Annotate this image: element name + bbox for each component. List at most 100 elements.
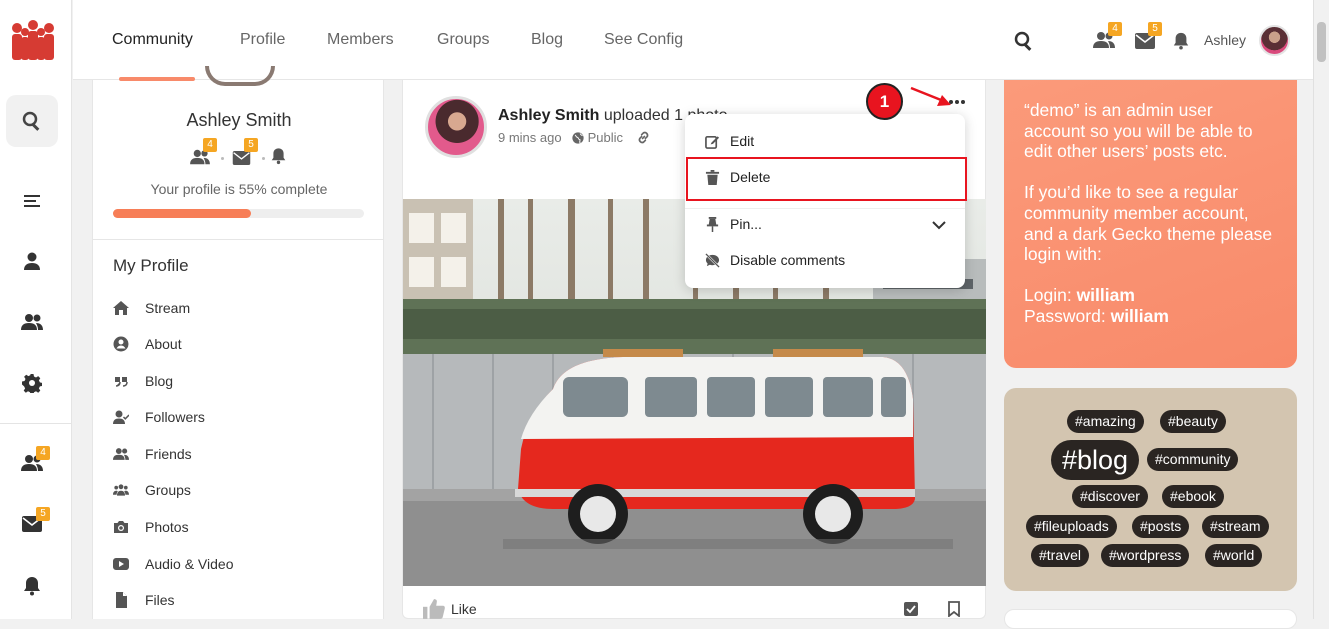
nav-blog[interactable]: Blog [531, 31, 563, 49]
user-icon [24, 252, 40, 270]
dot-separator [221, 157, 224, 160]
step-number-marker: 1 [866, 83, 903, 120]
tag-wordpress[interactable]: #wordpress [1101, 544, 1190, 567]
dropdown-edit-label: Edit [730, 133, 755, 149]
rail-messages-button[interactable]: 5 [6, 498, 58, 550]
menu-groups[interactable]: Groups [113, 478, 191, 502]
nav-see-config[interactable]: See Config [604, 31, 683, 49]
messages-badge: 5 [244, 138, 258, 152]
notice-para-2: If you’d like to see a regular community… [1024, 182, 1273, 265]
username-label[interactable]: Ashley [1204, 32, 1246, 48]
menu-stream[interactable]: Stream [113, 296, 190, 320]
menu-label: Friends [145, 446, 192, 462]
dropdown-pin[interactable]: Pin... [705, 212, 762, 236]
chevron-down-icon[interactable] [932, 220, 946, 230]
tag-fileuploads[interactable]: #fileuploads [1026, 515, 1117, 538]
next-widget-card [1004, 609, 1297, 629]
avatar[interactable] [1259, 25, 1290, 56]
tag-beauty[interactable]: #beauty [1160, 410, 1226, 433]
tag-community[interactable]: #community [1147, 448, 1239, 471]
camera-icon [114, 521, 128, 533]
dot-separator [262, 157, 265, 160]
tag-travel[interactable]: #travel [1031, 544, 1090, 567]
tag-amazing[interactable]: #amazing [1067, 410, 1144, 433]
menu-audio-video[interactable]: Audio & Video [113, 552, 233, 576]
dropdown-edit[interactable]: Edit [705, 129, 754, 153]
rail-profile-button[interactable] [6, 235, 58, 287]
my-profile-heading: My Profile [113, 256, 189, 275]
play-icon [113, 558, 129, 570]
top-messages-button[interactable]: 5 [1135, 22, 1165, 54]
dropdown-divider [685, 208, 965, 209]
quote-icon [115, 377, 128, 387]
checkbox-icon[interactable] [904, 602, 918, 616]
bell-icon [24, 577, 40, 596]
left-rail: 4 5 [0, 0, 72, 619]
page-scrollbar[interactable] [1313, 0, 1329, 619]
profile-sidebar: Ashley Smith 4 5 Your profile is 55% com… [92, 66, 385, 619]
menu-followers[interactable]: Followers [113, 405, 205, 429]
rail-settings-button[interactable] [6, 357, 58, 409]
post-options-dropdown: Edit Delete Pin... Disable comments [685, 114, 967, 288]
friends-badge: 4 [36, 446, 50, 460]
post-time[interactable]: 9 mins ago [498, 130, 562, 145]
nav-community[interactable]: Community [112, 31, 193, 49]
pin-icon [706, 216, 719, 232]
menu-photos[interactable]: Photos [113, 515, 189, 539]
envelope-icon [232, 151, 251, 165]
menu-label: Blog [145, 373, 174, 389]
rail-friends-button[interactable]: 4 [6, 437, 58, 489]
menu-friends[interactable]: Friends [113, 442, 192, 466]
rail-notifications-button[interactable] [6, 560, 58, 612]
search-icon [22, 111, 40, 131]
dropdown-disable-comments[interactable]: Disable comments [705, 248, 845, 272]
tag-blog[interactable]: #blog [1051, 440, 1140, 480]
tag-discover[interactable]: #discover [1072, 485, 1148, 508]
tag-posts[interactable]: #posts [1132, 515, 1190, 538]
top-friends-button[interactable]: 4 [1093, 22, 1123, 54]
bell-icon[interactable] [1172, 31, 1190, 51]
rail-members-button[interactable] [6, 296, 58, 348]
messages-badge: 5 [36, 507, 50, 521]
notice-login: Login: william [1024, 285, 1277, 306]
bookmark-icon[interactable] [947, 601, 961, 617]
home-icon [113, 301, 129, 315]
menu-label: Photos [145, 519, 189, 535]
link-icon[interactable] [636, 130, 651, 145]
menu-label: Stream [145, 300, 191, 316]
tag-ebook[interactable]: #ebook [1162, 485, 1224, 508]
site-logo[interactable] [7, 18, 59, 62]
post-author-avatar[interactable] [425, 96, 487, 158]
bell-icon[interactable] [270, 147, 287, 165]
profile-friends-icon-wrap[interactable]: 4 [189, 138, 219, 168]
post-visibility: Public [587, 130, 624, 145]
profile-completion-track [113, 209, 364, 218]
like-button[interactable]: Like [423, 599, 477, 619]
menu-about[interactable]: About [113, 332, 182, 356]
search-icon[interactable] [1014, 31, 1034, 51]
rail-search-button[interactable] [6, 95, 58, 147]
tag-stream[interactable]: #stream [1202, 515, 1269, 538]
users-icon [21, 314, 43, 330]
like-label: Like [451, 601, 477, 617]
login-value: william [1076, 284, 1135, 305]
menu-label: Files [145, 592, 175, 608]
profile-messages-icon-wrap[interactable]: 5 [232, 138, 262, 168]
gear-icon [22, 374, 42, 393]
scrollbar-thumb[interactable] [1317, 22, 1326, 62]
nav-profile[interactable]: Profile [240, 31, 285, 49]
menu-label: Followers [145, 409, 205, 425]
notice-password: Password: william [1024, 306, 1277, 327]
nav-groups[interactable]: Groups [437, 31, 489, 49]
hamburger-icon [24, 195, 40, 207]
tag-world[interactable]: #world [1205, 544, 1263, 567]
post-author-name[interactable]: Ashley Smith [498, 107, 599, 124]
file-icon [116, 592, 127, 608]
profile-name[interactable]: Ashley Smith [93, 110, 385, 131]
menu-blog[interactable]: Blog [113, 369, 173, 393]
menu-files[interactable]: Files [113, 588, 175, 612]
rail-menu-button[interactable] [6, 175, 58, 227]
friends-badge: 4 [1108, 22, 1122, 36]
friends-badge: 4 [203, 138, 217, 152]
nav-members[interactable]: Members [327, 31, 394, 49]
